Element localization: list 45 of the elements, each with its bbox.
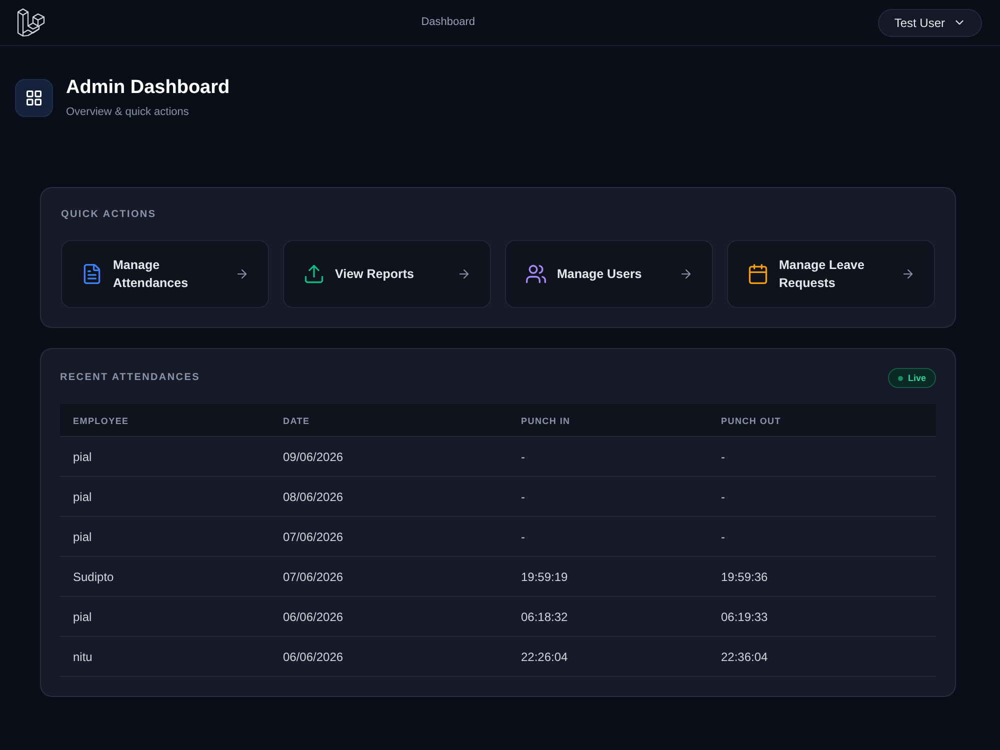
table-cell: pial [73,530,92,544]
quick-action-card[interactable]: Manage Leave Requests [727,240,935,308]
table-cell: 06/06/2026 [283,610,344,624]
table-cell: - [521,490,525,504]
table-cell: 06:19:33 [721,610,768,624]
grid-icon [15,78,53,116]
table-cell: - [521,450,525,464]
quick-action-card[interactable]: Manage Attendances [61,240,269,308]
arrow-right-icon [901,267,915,281]
table-cell: 06/06/2026 [283,650,344,664]
table-cell: pial [73,490,92,504]
column-header: PUNCH OUT [721,416,781,426]
table-cell: 09/06/2026 [283,450,344,464]
table-cell: pial [73,450,92,464]
arrow-right-icon [679,267,693,281]
table-cell: 22:36:04 [721,650,768,664]
table-cell: - [721,530,725,544]
table-cell: 07/06/2026 [283,570,344,584]
table-cell: 07/06/2026 [283,530,344,544]
table-cell: 06:18:32 [521,610,568,624]
quick-action-card[interactable]: View Reports [283,240,491,308]
page-subtitle: Overview & quick actions [66,105,190,119]
table-cell: nitu [73,650,92,664]
section-heading: QUICK ACTIONS [61,209,158,221]
table-cell: 22:26:04 [521,650,568,664]
column-header: PUNCH IN [521,416,570,426]
dashboard-nav-link[interactable]: Dashboard [421,14,476,31]
table-cell: - [721,490,725,504]
page-title: Admin Dashboard [66,76,230,100]
logo-icon[interactable] [17,8,46,37]
table-cell: 19:59:36 [721,570,768,584]
section-heading: RECENT ATTENDANCES [60,372,200,384]
table-cell: - [521,530,525,544]
table-cell: Sudipto [73,570,114,584]
badge-label: Live [908,373,926,383]
table-cell: 19:59:19 [521,570,568,584]
table-cell: - [721,450,725,464]
table-cell: pial [73,610,92,624]
table-cell: 08/06/2026 [283,490,344,504]
arrow-right-icon [457,267,471,281]
arrow-right-icon [235,267,249,281]
user-menu-button[interactable]: Test User [878,8,982,36]
quick-action-card[interactable]: Manage Users [505,240,713,308]
column-header: EMPLOYEE [73,416,129,426]
column-header: DATE [283,416,310,426]
